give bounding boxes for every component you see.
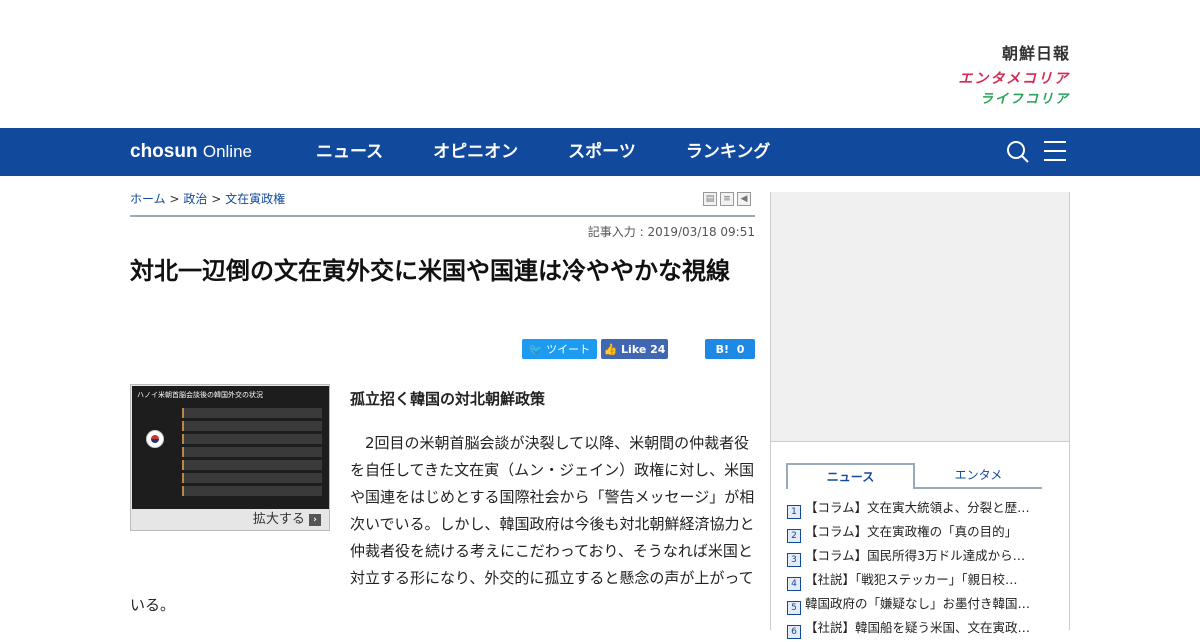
tweet-label: ツイート: [546, 343, 591, 356]
breadcrumb-section[interactable]: 政治: [183, 192, 207, 206]
list-item[interactable]: 4 【社説】「戦犯ステッカー」「親日校…: [787, 570, 1045, 594]
facebook-like-button[interactable]: 👍 Like 24: [601, 339, 668, 359]
rank-badge: 3: [787, 553, 801, 567]
breadcrumb-separator: >: [211, 192, 222, 206]
ranking-list: 1 【コラム】文在寅大統領よ、分裂と歴… 2 【コラム】文在寅政権の「真の目的」 3…: [787, 498, 1045, 642]
list-item[interactable]: 5 韓国政府の「嫌疑なし」お墨付き韓国…: [787, 594, 1045, 618]
list-item[interactable]: 2 【コラム】文在寅政権の「真の目的」: [787, 522, 1045, 546]
print-icon[interactable]: ▤: [703, 192, 717, 206]
list-item[interactable]: 1 【コラム】文在寅大統領よ、分裂と歴…: [787, 498, 1045, 522]
nav-menu: ニュース オピニオン スポーツ ランキング: [316, 128, 820, 176]
tab-entame[interactable]: エンタメ: [915, 463, 1042, 489]
article-title: 対北一辺倒の文在寅外交に米国や国連は冷ややかな視線: [130, 257, 730, 285]
list-item-title: 韓国政府の「嫌疑なし」お墨付き韓国…: [805, 596, 1031, 611]
nav-item-sports[interactable]: スポーツ: [568, 128, 636, 176]
brand-links: 朝鮮日報 エンタメコリア ライフコリア: [958, 44, 1070, 108]
rank-badge: 4: [787, 577, 801, 591]
hatena-bookmark-button[interactable]: B! 0: [705, 339, 755, 359]
article-subheading: 孤立招く韓国の対北朝鮮政策: [350, 390, 546, 408]
nav-item-ranking[interactable]: ランキング: [686, 128, 771, 176]
header: 朝鮮日報 エンタメコリア ライフコリア: [0, 0, 1200, 128]
breadcrumb-separator: >: [169, 192, 180, 206]
rank-badge: 6: [787, 625, 801, 639]
rank-badge: 2: [787, 529, 801, 543]
nav-item-news[interactable]: ニュース: [316, 128, 383, 176]
chosun-ilbo-logo[interactable]: 朝鮮日報: [958, 44, 1070, 64]
logo-bold: chosun: [130, 141, 198, 162]
logo-light: Online: [202, 142, 252, 161]
breadcrumb: ホーム > 政治 > 文在寅政権: [130, 190, 285, 207]
rank-badge: 5: [787, 601, 801, 615]
nav-item-opinion[interactable]: オピニオン: [433, 128, 518, 176]
site-logo[interactable]: chosun Online: [130, 140, 252, 164]
list-icon[interactable]: ≡: [720, 192, 734, 206]
list-item-title: 【社説】「戦犯ステッカー」「親日校…: [805, 572, 1018, 587]
back-icon[interactable]: ◀: [737, 192, 751, 206]
twitter-icon: 🐦: [528, 342, 547, 356]
rank-badge: 1: [787, 505, 801, 519]
thumbs-up-icon: 👍: [603, 342, 622, 356]
search-icon[interactable]: [1006, 140, 1030, 164]
tab-news[interactable]: ニュース: [786, 463, 915, 489]
tweet-button[interactable]: 🐦 ツイート: [522, 339, 597, 359]
life-korea-logo[interactable]: ライフコリア: [958, 92, 1070, 108]
list-item-title: 【コラム】文在寅大統領よ、分裂と歴…: [805, 500, 1030, 515]
list-item-title: 【社説】韓国船を疑う米国、文在寅政…: [805, 620, 1031, 635]
list-item[interactable]: 3 【コラム】国民所得3万ドル達成から…: [787, 546, 1045, 570]
list-item-title: 【コラム】国民所得3万ドル達成から…: [805, 548, 1026, 563]
photo-caption: ハノイ米朝首脳会談後の韓国外交の状況: [137, 391, 263, 399]
divider: [130, 215, 755, 217]
hatena-label: B!: [715, 342, 730, 356]
like-label: Like: [621, 342, 647, 356]
breadcrumb-home[interactable]: ホーム: [130, 192, 166, 206]
breadcrumb-topic[interactable]: 文在寅政権: [225, 192, 285, 206]
article-tools: ▤ ≡ ◀: [703, 192, 751, 206]
sidebar: ニュース エンタメ 1 【コラム】文在寅大統領よ、分裂と歴… 2 【コラム】文在寅政…: [770, 192, 1070, 639]
ranking-tabs: ニュース エンタメ: [786, 463, 1042, 489]
like-count: 24: [650, 342, 666, 356]
article-date: 記事入力 : 2019/03/18 09:51: [587, 225, 755, 239]
menu-icon[interactable]: [1044, 141, 1066, 161]
entame-korea-logo[interactable]: エンタメコリア: [958, 70, 1070, 88]
list-item-title: 【コラム】文在寅政権の「真の目的」: [805, 524, 1018, 539]
hatena-count: 0: [736, 342, 745, 356]
article-body: 2回目の米朝首脳会談が決裂して以降、米朝間の仲裁者役を自任してきた文在寅（ムン・…: [130, 430, 755, 619]
list-item[interactable]: 6 【社説】韓国船を疑う米国、文在寅政…: [787, 618, 1045, 642]
ad-space: [771, 192, 1069, 442]
